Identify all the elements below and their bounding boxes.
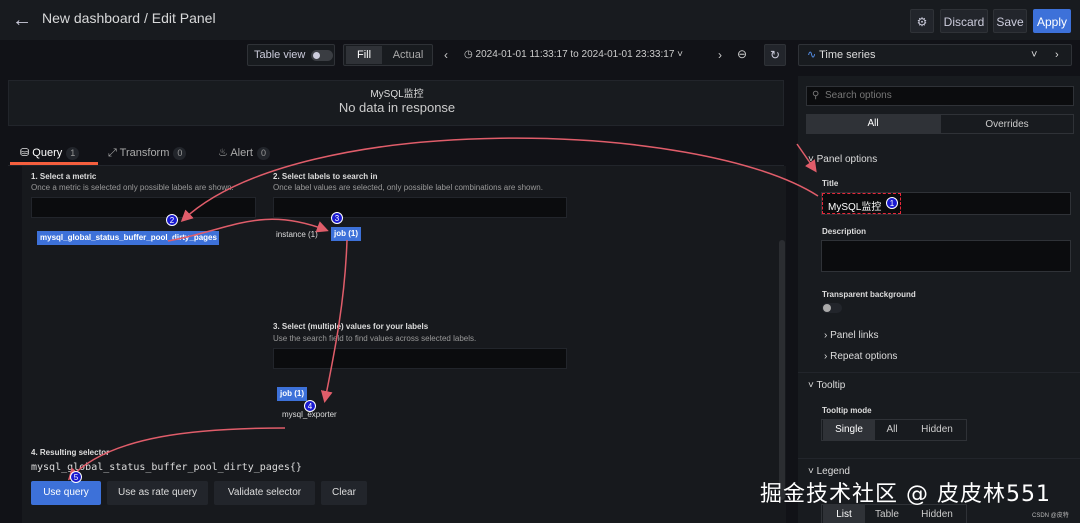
- arrow-job-to-value: [320, 239, 348, 403]
- annotation-4: 4: [304, 400, 316, 412]
- annotation-arrows: [67, 137, 819, 481]
- watermark: 掘金技术社区 @ 皮皮林551: [760, 482, 1051, 507]
- annotation-3: 3: [331, 212, 343, 224]
- annotation-1: 1: [886, 197, 898, 209]
- annotation-5: 5: [70, 471, 82, 483]
- arrow-metric-to-job: [167, 218, 329, 242]
- arrow-value-to-use-query: [67, 427, 286, 481]
- arrow-options-pointer: [796, 143, 817, 173]
- annotation-2: 2: [166, 214, 178, 226]
- csdn-watermark: CSDN @皮特: [1032, 513, 1069, 519]
- arrow-title-to-metric: [180, 137, 819, 223]
